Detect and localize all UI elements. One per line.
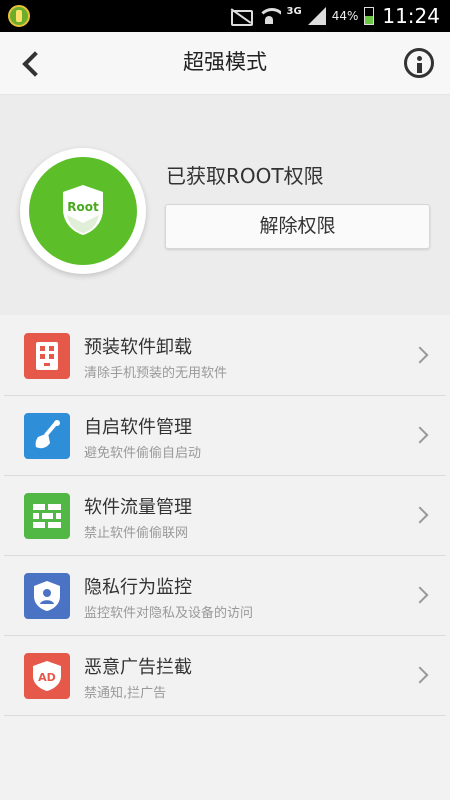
ad-block-icon: AD <box>24 653 70 699</box>
network-type: 3G <box>286 5 302 17</box>
wifi-icon <box>256 6 281 26</box>
clock: 11:24 <box>382 4 440 28</box>
shovel-icon <box>24 413 70 459</box>
app-notification-icon <box>8 5 30 27</box>
list-item-subtitle: 监控软件对隐私及设备的访问 <box>84 606 254 621</box>
root-status-text: 已获取ROOT权限 <box>166 164 324 188</box>
list-item-ad-block[interactable]: AD 恶意广告拦截 禁通知,拦广告 <box>4 636 446 716</box>
chevron-right-icon <box>411 346 429 364</box>
preinstalled-apps-icon <box>24 333 70 379</box>
signal-icon <box>307 7 326 25</box>
list-item-title: 预装软件卸载 <box>84 337 192 358</box>
app-header: 超强模式 <box>0 32 450 95</box>
root-badge-label: Root <box>67 200 99 214</box>
chevron-right-icon <box>411 426 429 444</box>
battery-icon <box>364 7 375 25</box>
chevron-right-icon <box>411 666 429 684</box>
mute-icon <box>229 7 253 26</box>
list-item-subtitle: 清除手机预装的无用软件 <box>84 366 228 381</box>
list-item-title: 软件流量管理 <box>84 497 192 518</box>
status-bar: 3G 44% 11:24 <box>0 0 450 32</box>
chevron-right-icon <box>411 506 429 524</box>
info-icon[interactable] <box>404 48 434 78</box>
privacy-shield-icon <box>24 573 70 619</box>
release-root-button[interactable]: 解除权限 <box>165 204 430 249</box>
page-title: 超强模式 <box>183 50 267 74</box>
list-item-title: 隐私行为监控 <box>84 577 192 598</box>
list-item-subtitle: 禁止软件偷偷联网 <box>84 526 189 541</box>
list-item-privacy-monitor[interactable]: 隐私行为监控 监控软件对隐私及设备的访问 <box>4 556 446 636</box>
chevron-right-icon <box>411 586 429 604</box>
list-item-subtitle: 禁通知,拦广告 <box>84 686 167 701</box>
back-icon[interactable] <box>16 46 50 80</box>
list-item-traffic-manage[interactable]: 软件流量管理 禁止软件偷偷联网 <box>4 476 446 556</box>
list-item-preinstalled-uninstall[interactable]: 预装软件卸载 清除手机预装的无用软件 <box>4 316 446 396</box>
shield-icon: Root <box>61 183 105 237</box>
feature-list: 预装软件卸载 清除手机预装的无用软件 自启软件管理 避免软件偷偷自启动 软件流量… <box>0 316 450 716</box>
list-item-title: 自启软件管理 <box>84 417 192 438</box>
list-item-subtitle: 避免软件偷偷自启动 <box>84 446 202 461</box>
firewall-icon <box>24 493 70 539</box>
list-item-autostart-manage[interactable]: 自启软件管理 避免软件偷偷自启动 <box>4 396 446 476</box>
battery-percent: 44% <box>331 9 359 23</box>
svg-text:AD: AD <box>38 671 56 684</box>
root-badge: Root <box>20 148 146 274</box>
list-item-title: 恶意广告拦截 <box>84 657 192 678</box>
